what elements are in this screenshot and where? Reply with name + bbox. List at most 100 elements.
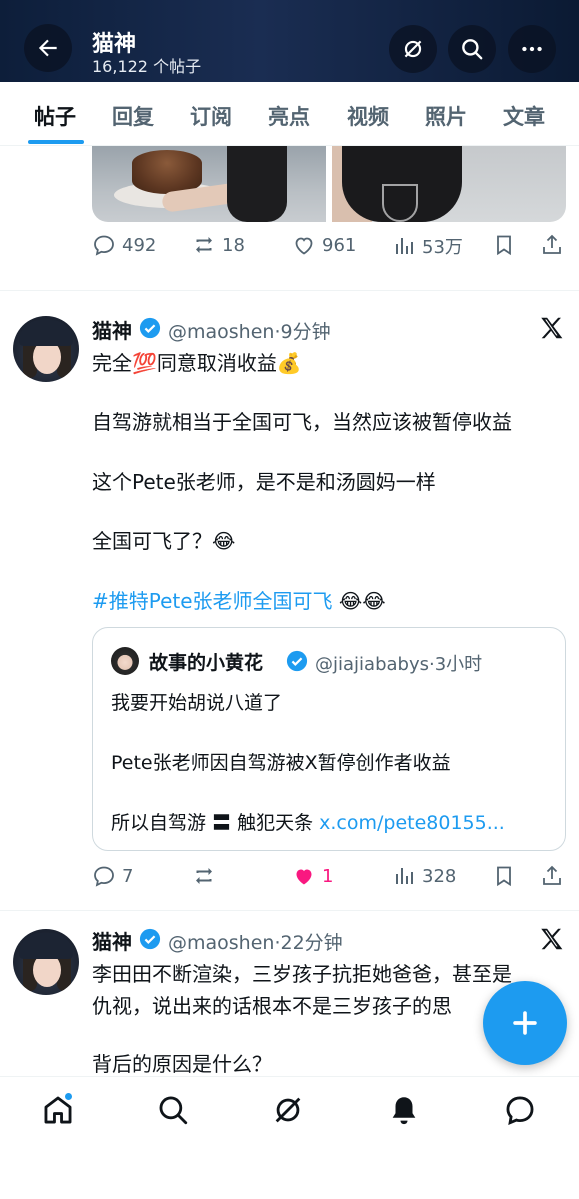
avatar-cap (19, 933, 73, 959)
tab-photos[interactable]: 照片 (425, 101, 467, 131)
quoted-author-name: 故事的小黄花 (149, 652, 264, 674)
emoji: 😂😂 (332, 589, 386, 613)
tab-posts[interactable]: 帖子 (34, 101, 76, 131)
avatar[interactable] (13, 929, 79, 995)
post-text: 李田田不断渲染，三岁孩子抗拒她爸爸，甚至是 (92, 962, 512, 986)
more-icon (522, 46, 542, 52)
post-image[interactable] (92, 146, 326, 222)
like-count: 1 (322, 865, 334, 887)
notification-dot (64, 1092, 73, 1101)
reply-count: 492 (122, 234, 157, 256)
x-logo-icon (541, 928, 563, 950)
reply-button[interactable]: 7 (92, 864, 133, 888)
tab-articles[interactable]: 文章 (503, 101, 545, 131)
back-button[interactable] (24, 24, 72, 72)
views-button[interactable]: 328 (392, 864, 456, 888)
nav-notifications[interactable] (387, 1093, 423, 1129)
quoted-text: 我要开始胡说八道了 (111, 692, 283, 714)
nav-search[interactable] (156, 1093, 192, 1129)
post-text: 这个Pete张老师，是不是和汤圆妈一样 (92, 470, 436, 494)
nav-messages[interactable] (503, 1093, 539, 1129)
divider (0, 910, 579, 911)
post-text: 背后的原因是什么？ (92, 1052, 272, 1076)
quoted-author-handle: @jiajiababys·3小时 (315, 654, 483, 675)
quoted-link[interactable]: x.com/pete80155... (319, 812, 505, 834)
tab-videos[interactable]: 视频 (347, 101, 389, 131)
share-button[interactable] (540, 864, 564, 888)
quoted-post[interactable]: 故事的小黄花 @jiajiababys·3小时 我要开始胡说八道了 Pete张老… (92, 627, 566, 851)
active-tab-indicator (28, 140, 84, 144)
wine-glass (382, 184, 418, 222)
grok-icon (404, 40, 422, 58)
compose-post-button[interactable] (483, 981, 567, 1065)
verified-badge-icon (139, 317, 161, 339)
post-actions: 492 18 961 53万 (92, 233, 566, 263)
heart-filled-icon (296, 869, 312, 885)
notifications-icon (392, 1097, 416, 1125)
back-arrow-icon (38, 39, 57, 57)
nav-grok[interactable] (271, 1093, 307, 1129)
author-handle[interactable]: @maoshen·22分钟 (168, 928, 343, 955)
repost-button[interactable]: 18 (192, 233, 245, 257)
post-text: 仇视，说出来的话根本不是三岁孩子的思 (92, 994, 452, 1018)
views-icon (396, 238, 413, 254)
post-image[interactable] (332, 146, 566, 222)
views-button[interactable]: 53万 (392, 233, 463, 259)
tab-subscriptions[interactable]: 订阅 (190, 101, 232, 131)
author-name[interactable]: 猫神 (92, 926, 132, 955)
quoted-text: 所以自驾游 〓 触犯天条 x.com/pete80155... (111, 808, 505, 835)
search-button[interactable] (448, 25, 496, 73)
quoted-text-content: 所以自驾游 〓 触犯天条 (111, 812, 320, 834)
author-name[interactable]: 猫神 (92, 315, 132, 344)
tab-highlights[interactable]: 亮点 (268, 101, 310, 131)
profile-tabs: 帖子 回复 订阅 亮点 视频 照片 文章 (0, 82, 579, 146)
share-icon (543, 234, 561, 254)
reply-button[interactable]: 492 (92, 233, 156, 257)
like-button[interactable]: 961 (292, 233, 356, 257)
bookmark-button[interactable] (492, 233, 516, 257)
reply-icon (94, 235, 114, 256)
bookmark-icon (497, 235, 511, 256)
bookmark-button[interactable] (492, 864, 516, 888)
views-icon (396, 868, 413, 884)
author-handle[interactable]: @maoshen·9分钟 (168, 317, 331, 344)
view-count: 53万 (422, 237, 463, 258)
x-logo-icon (541, 317, 563, 339)
tab-replies[interactable]: 回复 (112, 101, 154, 131)
post-text: #推特Pete张老师全国可飞 😂😂 (92, 585, 386, 614)
post-count: 16,122 个帖子 (92, 57, 202, 76)
search-icon (462, 39, 483, 60)
bottom-navigation (0, 1076, 579, 1199)
post-text: 全国可飞了？😂 (92, 529, 236, 553)
repost-count: 18 (222, 234, 245, 256)
reply-count: 7 (122, 865, 134, 887)
heart-icon (295, 237, 313, 255)
avatar[interactable] (13, 316, 79, 382)
repost-icon (196, 237, 212, 253)
search-icon (159, 1096, 188, 1125)
verified-badge-icon (139, 928, 161, 950)
avatar-cap (19, 320, 73, 346)
grok-icon (275, 1097, 301, 1123)
like-count: 961 (322, 234, 357, 256)
plus-icon (513, 1011, 537, 1035)
grok-button[interactable] (389, 25, 437, 73)
repost-icon (196, 868, 212, 884)
divider (0, 290, 579, 291)
quoted-text: Pete张老师因自驾游被X暂停创作者收益 (111, 752, 451, 774)
bookmark-icon (497, 866, 511, 887)
cake (132, 150, 202, 194)
quoted-avatar (111, 647, 139, 675)
reply-icon (94, 866, 114, 887)
view-count: 328 (422, 865, 457, 887)
share-icon (543, 865, 561, 885)
dress (227, 146, 287, 222)
post-actions: 7 1 328 (92, 864, 566, 894)
more-button[interactable] (508, 25, 556, 73)
post-text: 自驾游就相当于全国可飞，当然应该被暂停收益 (92, 410, 512, 434)
post-text: 完全💯同意取消收益💰 (92, 351, 302, 375)
hashtag-link[interactable]: #推特Pete张老师全国可飞 (92, 589, 333, 613)
share-button[interactable] (540, 233, 564, 257)
repost-button[interactable] (192, 864, 216, 888)
like-button[interactable]: 1 (292, 864, 333, 888)
